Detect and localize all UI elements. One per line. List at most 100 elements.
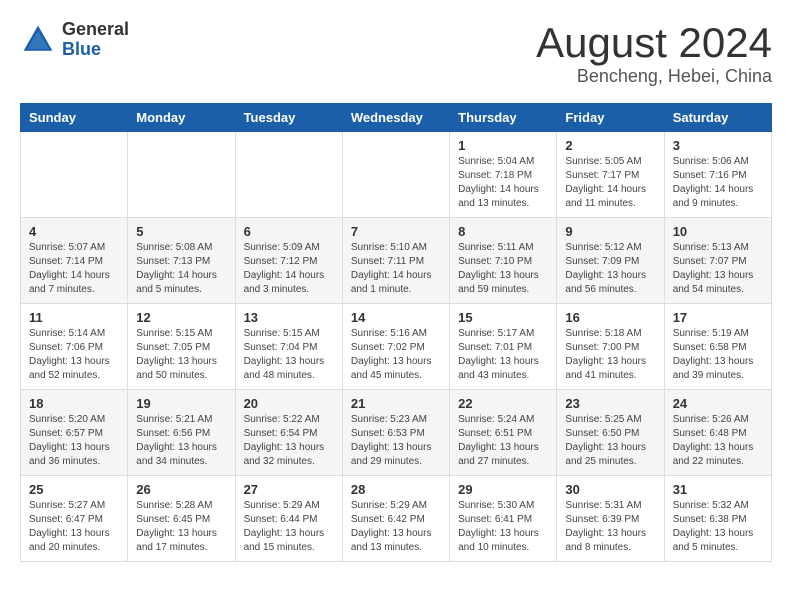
day-info: Sunrise: 5:11 AM Sunset: 7:10 PM Dayligh… bbox=[458, 241, 548, 297]
day-number: 18 bbox=[29, 396, 119, 411]
calendar-cell: 1 Sunrise: 5:04 AM Sunset: 7:18 PM Daylig… bbox=[450, 132, 557, 218]
day-number: 14 bbox=[351, 310, 441, 325]
day-number: 21 bbox=[351, 396, 441, 411]
logo: General Blue bbox=[20, 20, 129, 60]
calendar-week-5: 25 Sunrise: 5:27 AM Sunset: 6:47 PM Dayli… bbox=[21, 476, 772, 562]
day-info: Sunrise: 5:32 AM Sunset: 6:38 PM Dayligh… bbox=[673, 499, 763, 555]
calendar-cell: 10 Sunrise: 5:13 AM Sunset: 7:07 PM Dayli… bbox=[664, 218, 771, 304]
calendar-cell: 18Sunrise: 5:20 AM Sunset: 6:57 PM Dayli… bbox=[21, 390, 128, 476]
calendar-cell: 8 Sunrise: 5:11 AM Sunset: 7:10 PM Daylig… bbox=[450, 218, 557, 304]
day-info: Sunrise: 5:25 AM Sunset: 6:50 PM Dayligh… bbox=[565, 413, 655, 469]
calendar-week-3: 11 Sunrise: 5:14 AM Sunset: 7:06 PM Dayli… bbox=[21, 304, 772, 390]
day-info: Sunrise: 5:12 AM Sunset: 7:09 PM Dayligh… bbox=[565, 241, 655, 297]
day-number: 4 bbox=[29, 224, 119, 239]
day-number: 19 bbox=[136, 396, 226, 411]
day-info: Sunrise: 5:19 AM Sunset: 6:58 PM Dayligh… bbox=[673, 327, 763, 383]
day-number: 29 bbox=[458, 482, 548, 497]
day-info: Sunrise: 5:04 AM Sunset: 7:18 PM Dayligh… bbox=[458, 155, 548, 211]
day-info: Sunrise: 5:22 AM Sunset: 6:54 PM Dayligh… bbox=[244, 413, 334, 469]
day-info: Sunrise: 5:17 AM Sunset: 7:01 PM Dayligh… bbox=[458, 327, 548, 383]
day-info: Sunrise: 5:28 AM Sunset: 6:45 PM Dayligh… bbox=[136, 499, 226, 555]
day-number: 7 bbox=[351, 224, 441, 239]
day-number: 25 bbox=[29, 482, 119, 497]
calendar-cell: 17Sunrise: 5:19 AM Sunset: 6:58 PM Dayli… bbox=[664, 304, 771, 390]
title-block: August 2024 Bencheng, Hebei, China bbox=[536, 20, 772, 87]
logo-text: General Blue bbox=[62, 20, 129, 60]
day-number: 5 bbox=[136, 224, 226, 239]
day-number: 11 bbox=[29, 310, 119, 325]
weekday-row: SundayMondayTuesdayWednesdayThursdayFrid… bbox=[21, 104, 772, 132]
calendar-cell: 19 Sunrise: 5:21 AM Sunset: 6:56 PM Dayli… bbox=[128, 390, 235, 476]
calendar-cell bbox=[342, 132, 449, 218]
day-number: 8 bbox=[458, 224, 548, 239]
logo-icon bbox=[20, 22, 56, 58]
calendar-cell: 23 Sunrise: 5:25 AM Sunset: 6:50 PM Dayli… bbox=[557, 390, 664, 476]
day-number: 22 bbox=[458, 396, 548, 411]
weekday-header-friday: Friday bbox=[557, 104, 664, 132]
day-number: 28 bbox=[351, 482, 441, 497]
calendar-cell: 24Sunrise: 5:26 AM Sunset: 6:48 PM Dayli… bbox=[664, 390, 771, 476]
day-number: 24 bbox=[673, 396, 763, 411]
day-info: Sunrise: 5:08 AM Sunset: 7:13 PM Dayligh… bbox=[136, 241, 226, 297]
day-number: 31 bbox=[673, 482, 763, 497]
calendar-cell: 27Sunrise: 5:29 AM Sunset: 6:44 PM Dayli… bbox=[235, 476, 342, 562]
calendar-table: SundayMondayTuesdayWednesdayThursdayFrid… bbox=[20, 103, 772, 562]
day-info: Sunrise: 5:09 AM Sunset: 7:12 PM Dayligh… bbox=[244, 241, 334, 297]
day-number: 23 bbox=[565, 396, 655, 411]
calendar-cell: 25 Sunrise: 5:27 AM Sunset: 6:47 PM Dayli… bbox=[21, 476, 128, 562]
calendar-title: August 2024 bbox=[536, 20, 772, 66]
calendar-cell: 2 Sunrise: 5:05 AM Sunset: 7:17 PM Daylig… bbox=[557, 132, 664, 218]
weekday-header-wednesday: Wednesday bbox=[342, 104, 449, 132]
day-number: 13 bbox=[244, 310, 334, 325]
calendar-cell: 5 Sunrise: 5:08 AM Sunset: 7:13 PM Daylig… bbox=[128, 218, 235, 304]
day-info: Sunrise: 5:05 AM Sunset: 7:17 PM Dayligh… bbox=[565, 155, 655, 211]
calendar-cell: 26 Sunrise: 5:28 AM Sunset: 6:45 PM Dayli… bbox=[128, 476, 235, 562]
calendar-cell: 22 Sunrise: 5:24 AM Sunset: 6:51 PM Dayli… bbox=[450, 390, 557, 476]
day-info: Sunrise: 5:14 AM Sunset: 7:06 PM Dayligh… bbox=[29, 327, 119, 383]
day-info: Sunrise: 5:27 AM Sunset: 6:47 PM Dayligh… bbox=[29, 499, 119, 555]
calendar-cell bbox=[235, 132, 342, 218]
calendar-header: SundayMondayTuesdayWednesdayThursdayFrid… bbox=[21, 104, 772, 132]
calendar-body: 1 Sunrise: 5:04 AM Sunset: 7:18 PM Daylig… bbox=[21, 132, 772, 562]
day-number: 1 bbox=[458, 138, 548, 153]
day-info: Sunrise: 5:21 AM Sunset: 6:56 PM Dayligh… bbox=[136, 413, 226, 469]
day-info: Sunrise: 5:31 AM Sunset: 6:39 PM Dayligh… bbox=[565, 499, 655, 555]
day-number: 30 bbox=[565, 482, 655, 497]
day-info: Sunrise: 5:18 AM Sunset: 7:00 PM Dayligh… bbox=[565, 327, 655, 383]
calendar-cell: 7 Sunrise: 5:10 AM Sunset: 7:11 PM Daylig… bbox=[342, 218, 449, 304]
calendar-cell: 14 Sunrise: 5:16 AM Sunset: 7:02 PM Dayli… bbox=[342, 304, 449, 390]
calendar-cell: 13 Sunrise: 5:15 AM Sunset: 7:04 PM Dayli… bbox=[235, 304, 342, 390]
day-info: Sunrise: 5:30 AM Sunset: 6:41 PM Dayligh… bbox=[458, 499, 548, 555]
day-number: 20 bbox=[244, 396, 334, 411]
weekday-header-thursday: Thursday bbox=[450, 104, 557, 132]
calendar-cell: 6Sunrise: 5:09 AM Sunset: 7:12 PM Daylig… bbox=[235, 218, 342, 304]
day-number: 15 bbox=[458, 310, 548, 325]
calendar-cell: 29 Sunrise: 5:30 AM Sunset: 6:41 PM Dayli… bbox=[450, 476, 557, 562]
weekday-header-monday: Monday bbox=[128, 104, 235, 132]
calendar-cell: 3Sunrise: 5:06 AM Sunset: 7:16 PM Daylig… bbox=[664, 132, 771, 218]
day-number: 10 bbox=[673, 224, 763, 239]
day-info: Sunrise: 5:10 AM Sunset: 7:11 PM Dayligh… bbox=[351, 241, 441, 297]
day-info: Sunrise: 5:07 AM Sunset: 7:14 PM Dayligh… bbox=[29, 241, 119, 297]
calendar-cell: 20 Sunrise: 5:22 AM Sunset: 6:54 PM Dayli… bbox=[235, 390, 342, 476]
day-info: Sunrise: 5:16 AM Sunset: 7:02 PM Dayligh… bbox=[351, 327, 441, 383]
day-number: 26 bbox=[136, 482, 226, 497]
day-number: 2 bbox=[565, 138, 655, 153]
calendar-cell: 16 Sunrise: 5:18 AM Sunset: 7:00 PM Dayli… bbox=[557, 304, 664, 390]
logo-blue-text: Blue bbox=[62, 40, 129, 60]
page-header: General Blue August 2024 Bencheng, Hebei… bbox=[20, 20, 772, 87]
calendar-cell: 21Sunrise: 5:23 AM Sunset: 6:53 PM Dayli… bbox=[342, 390, 449, 476]
calendar-cell: 30 Sunrise: 5:31 AM Sunset: 6:39 PM Dayli… bbox=[557, 476, 664, 562]
calendar-cell: 15 Sunrise: 5:17 AM Sunset: 7:01 PM Dayli… bbox=[450, 304, 557, 390]
calendar-cell: 31 Sunrise: 5:32 AM Sunset: 6:38 PM Dayli… bbox=[664, 476, 771, 562]
weekday-header-sunday: Sunday bbox=[21, 104, 128, 132]
day-info: Sunrise: 5:29 AM Sunset: 6:42 PM Dayligh… bbox=[351, 499, 441, 555]
day-info: Sunrise: 5:13 AM Sunset: 7:07 PM Dayligh… bbox=[673, 241, 763, 297]
weekday-header-tuesday: Tuesday bbox=[235, 104, 342, 132]
logo-general-text: General bbox=[62, 20, 129, 40]
day-info: Sunrise: 5:15 AM Sunset: 7:05 PM Dayligh… bbox=[136, 327, 226, 383]
day-info: Sunrise: 5:15 AM Sunset: 7:04 PM Dayligh… bbox=[244, 327, 334, 383]
day-number: 9 bbox=[565, 224, 655, 239]
day-info: Sunrise: 5:24 AM Sunset: 6:51 PM Dayligh… bbox=[458, 413, 548, 469]
day-number: 16 bbox=[565, 310, 655, 325]
